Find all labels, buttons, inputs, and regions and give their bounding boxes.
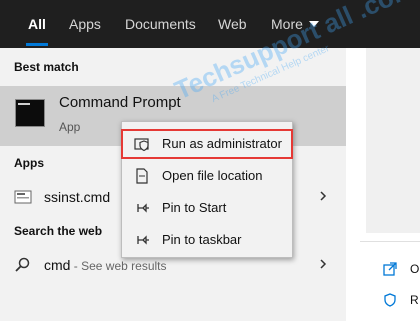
file-location-icon [136, 168, 148, 184]
detail-action-open[interactable]: O [410, 262, 419, 276]
menu-item-open-file-location[interactable]: Open file location [122, 162, 292, 190]
app-result-label: ssinst.cmd [44, 189, 111, 205]
pin-icon [137, 203, 149, 213]
divider [360, 241, 420, 242]
menu-item-label: Pin to Start [162, 200, 227, 215]
best-match-title: Command Prompt [59, 94, 181, 111]
menu-item-pin-to-start[interactable]: Pin to Start [122, 194, 292, 222]
tab-all[interactable]: All [26, 0, 48, 48]
best-match-subtitle: App [59, 120, 81, 134]
tab-more-label: More [271, 16, 303, 32]
shield-icon [384, 293, 396, 307]
cursor-bar [18, 103, 30, 105]
chevron-right-icon[interactable] [318, 259, 328, 269]
shield-icon [134, 138, 149, 152]
section-best-match: Best match [14, 60, 79, 74]
menu-item-pin-to-taskbar[interactable]: Pin to taskbar [122, 226, 292, 254]
detail-header [366, 48, 420, 233]
file-icon [14, 190, 32, 204]
web-result-label: cmd - See web results [44, 257, 167, 273]
menu-item-label: Run as administrator [162, 136, 282, 151]
tab-documents[interactable]: Documents [125, 0, 196, 48]
tab-web[interactable]: Web [218, 0, 247, 48]
chevron-right-icon[interactable] [318, 191, 328, 201]
menu-item-run-as-admin[interactable]: Run as administrator [121, 129, 293, 159]
chevron-down-icon [308, 21, 319, 27]
section-apps: Apps [14, 156, 44, 170]
tab-apps[interactable]: Apps [69, 0, 101, 48]
web-result-suffix: - See web results [70, 259, 167, 273]
open-icon [383, 262, 397, 276]
web-result-query: cmd [44, 257, 71, 273]
detail-pane [346, 48, 420, 321]
menu-item-label: Pin to taskbar [162, 232, 242, 247]
section-search-web: Search the web [14, 224, 103, 238]
search-filter-tabs: All Apps Documents Web More [0, 0, 420, 48]
search-icon [15, 257, 30, 272]
context-menu: Run as administrator Open file location … [121, 121, 293, 258]
menu-item-label: Open file location [162, 168, 263, 183]
pin-icon [137, 235, 149, 245]
tab-more[interactable]: More [271, 0, 319, 48]
detail-action-run-admin[interactable]: R [410, 293, 419, 307]
command-prompt-icon [15, 99, 45, 127]
